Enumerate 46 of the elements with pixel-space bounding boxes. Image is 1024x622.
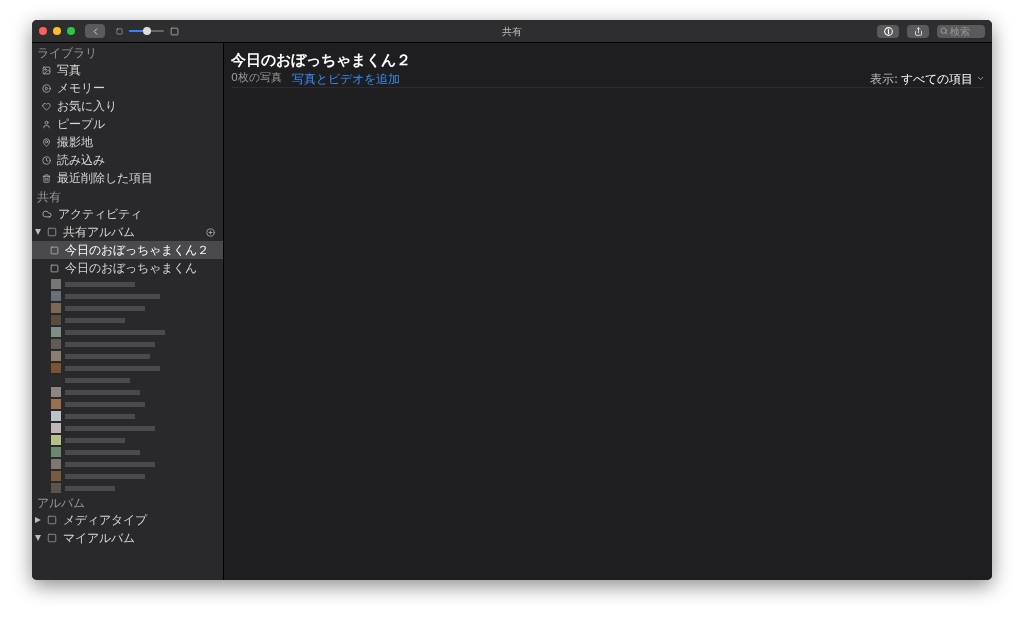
disclosure-triangle-icon[interactable] — [35, 535, 41, 541]
back-button[interactable] — [85, 24, 105, 38]
heart-icon — [42, 101, 51, 111]
sidebar-item[interactable]: 今日のおぼっちゃまくん — [32, 259, 223, 277]
large-thumbnail-icon — [170, 26, 179, 36]
sidebar-item[interactable]: マイアルバム — [32, 529, 223, 547]
photo-count: 0枚の写真 — [231, 70, 282, 87]
zoom-slider-thumb[interactable] — [142, 27, 151, 35]
info-icon — [883, 26, 893, 36]
add-photos-link[interactable]: 写真とビデオを追加 — [292, 69, 400, 88]
section-heading: 共有 — [36, 190, 62, 205]
sidebar-item[interactable]: 撮影地 — [32, 133, 223, 151]
sidebar-item[interactable]: 今日のおぼっちゃまくん２ — [32, 241, 223, 259]
sidebar-item[interactable]: メディアタイプ — [32, 511, 223, 529]
add-icon[interactable] — [206, 227, 215, 237]
sidebar-item[interactable]: お気に入り — [32, 97, 223, 115]
sidebar-item[interactable]: 読み込み — [32, 151, 223, 169]
section-heading: ライブラリ — [36, 46, 98, 61]
share-icon — [913, 26, 923, 36]
sidebar-item[interactable]: 写真 — [32, 61, 223, 79]
person-icon — [42, 119, 51, 129]
minimize-button[interactable] — [53, 27, 61, 35]
cloud-icon — [42, 209, 52, 219]
small-thumbnail-icon — [116, 27, 123, 35]
window-title: 共有 — [502, 24, 522, 39]
album-title: 今日のおぼっちゃまくん２ — [231, 50, 412, 70]
photos-icon — [42, 65, 51, 75]
pin-icon — [42, 137, 51, 147]
search-icon — [940, 27, 948, 35]
play-circle-icon — [42, 83, 51, 93]
sidebar-item[interactable]: 最近削除した項目 — [32, 169, 223, 187]
clock-icon — [42, 155, 51, 165]
zoom-button[interactable] — [67, 27, 75, 35]
disclosure-triangle-icon[interactable] — [35, 229, 41, 235]
sidebar-item[interactable]: メモリー — [32, 79, 223, 97]
share-button[interactable] — [907, 24, 929, 38]
chevron-down-icon — [976, 74, 985, 83]
info-button[interactable] — [877, 24, 899, 38]
trash-icon — [42, 173, 51, 183]
section-heading: アルバム — [36, 496, 86, 511]
sidebar-item[interactable]: 共有アルバム — [32, 223, 223, 241]
filter-dropdown[interactable]: 表示: すべての項目 — [869, 69, 985, 88]
sidebar-item[interactable]: アクティビティ — [32, 205, 223, 223]
disclosure-triangle-icon[interactable] — [35, 517, 41, 523]
sidebar-item[interactable]: ピープル — [32, 115, 223, 133]
close-button[interactable] — [39, 27, 47, 35]
